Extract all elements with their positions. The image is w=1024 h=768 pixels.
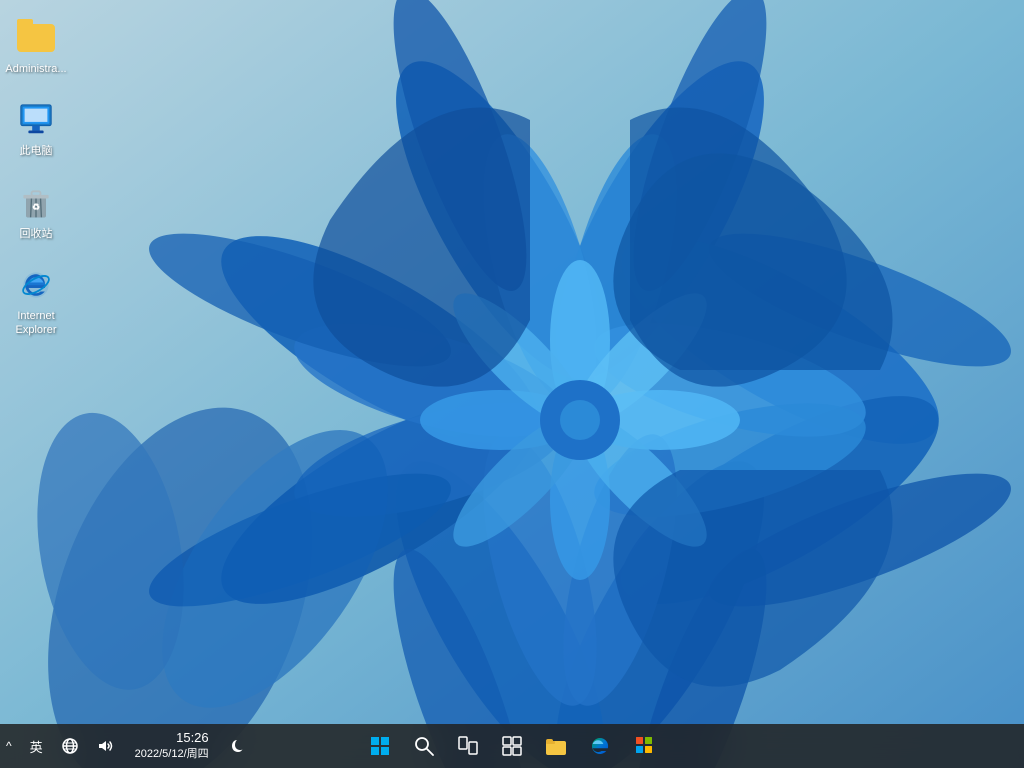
windows-logo-icon [370, 736, 390, 756]
notification-button[interactable] [223, 734, 251, 758]
taskbar-right: ^ 英 [0, 728, 259, 763]
this-pc-svg [17, 101, 55, 139]
widgets-icon [502, 736, 522, 756]
store-button[interactable] [624, 724, 664, 768]
ie-svg [18, 267, 54, 303]
chevron-up-icon: ^ [6, 739, 12, 753]
start-button[interactable] [360, 724, 400, 768]
search-icon [414, 736, 434, 756]
wallpaper [0, 0, 1024, 768]
clock-time: 15:26 [176, 730, 209, 747]
edge-icon [590, 736, 610, 756]
moon-icon [229, 738, 245, 754]
desktop-icons: Administra... 此电脑 [0, 0, 72, 355]
taskbar-center [360, 724, 664, 768]
network-button[interactable] [55, 733, 85, 759]
search-button[interactable] [404, 724, 444, 768]
language-label: 英 [30, 737, 43, 756]
widgets-button[interactable] [492, 724, 532, 768]
clock-date: 2022/5/12/周四 [135, 747, 209, 761]
svg-text:♻: ♻ [32, 202, 40, 212]
clock[interactable]: 15:26 2022/5/12/周四 [127, 728, 217, 763]
show-hidden-icons-button[interactable]: ^ [0, 735, 18, 757]
store-icon [634, 736, 654, 756]
volume-icon [97, 737, 115, 755]
task-view-icon [458, 736, 478, 756]
language-indicator[interactable]: 英 [24, 733, 49, 760]
task-view-button[interactable] [448, 724, 488, 768]
administrator-folder-icon[interactable]: Administra... [0, 14, 72, 80]
file-explorer-button[interactable] [536, 724, 576, 768]
volume-button[interactable] [91, 733, 121, 759]
recycle-bin-svg: ♻ [18, 185, 54, 221]
internet-explorer-icon[interactable]: InternetExplorer [0, 261, 72, 342]
this-pc-icon[interactable]: 此电脑 [0, 96, 72, 162]
taskbar: ^ 英 [0, 724, 1024, 768]
edge-button[interactable] [580, 724, 620, 768]
network-icon [61, 737, 79, 755]
file-explorer-icon [545, 736, 567, 756]
recycle-bin-icon[interactable]: ♻ 回收站 [0, 179, 72, 245]
desktop: Administra... 此电脑 [0, 0, 1024, 768]
